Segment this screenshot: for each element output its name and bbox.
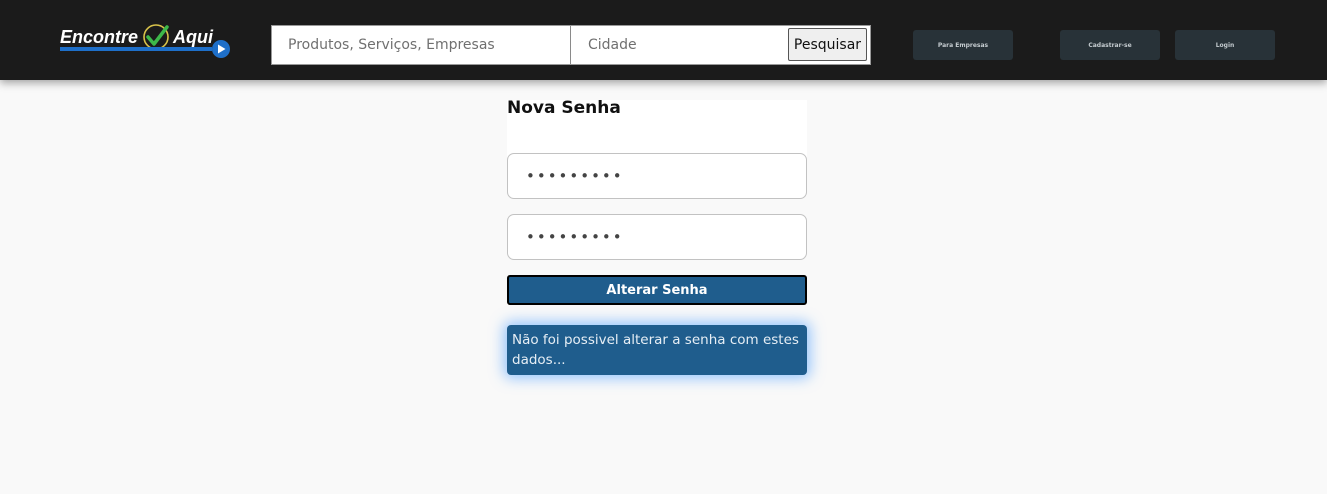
confirm-password-field[interactable] (507, 214, 807, 260)
page-title: Nova Senha (507, 98, 621, 118)
logo-text-right: Aqui (173, 27, 213, 47)
play-circle-icon (212, 40, 230, 58)
logo-underline (60, 47, 212, 51)
product-search-input[interactable] (272, 26, 571, 64)
signup-button[interactable]: Cadastrar-se (1060, 30, 1160, 60)
logo[interactable]: Encontre Aqui (60, 22, 235, 62)
error-alert: Não foi possivel alterar a senha com est… (507, 325, 807, 375)
new-password-field[interactable] (507, 153, 807, 199)
search-bar: Pesquisar (271, 25, 871, 65)
top-navbar: Encontre Aqui Pesquisar Para Empresas Ca… (0, 0, 1327, 80)
logo-text-left: Encontre (60, 27, 139, 47)
change-password-button[interactable]: Alterar Senha (507, 275, 807, 305)
search-button[interactable]: Pesquisar (788, 28, 867, 61)
for-business-button[interactable]: Para Empresas (913, 30, 1013, 60)
city-search-input[interactable] (572, 26, 786, 64)
login-button[interactable]: Login (1175, 30, 1275, 60)
